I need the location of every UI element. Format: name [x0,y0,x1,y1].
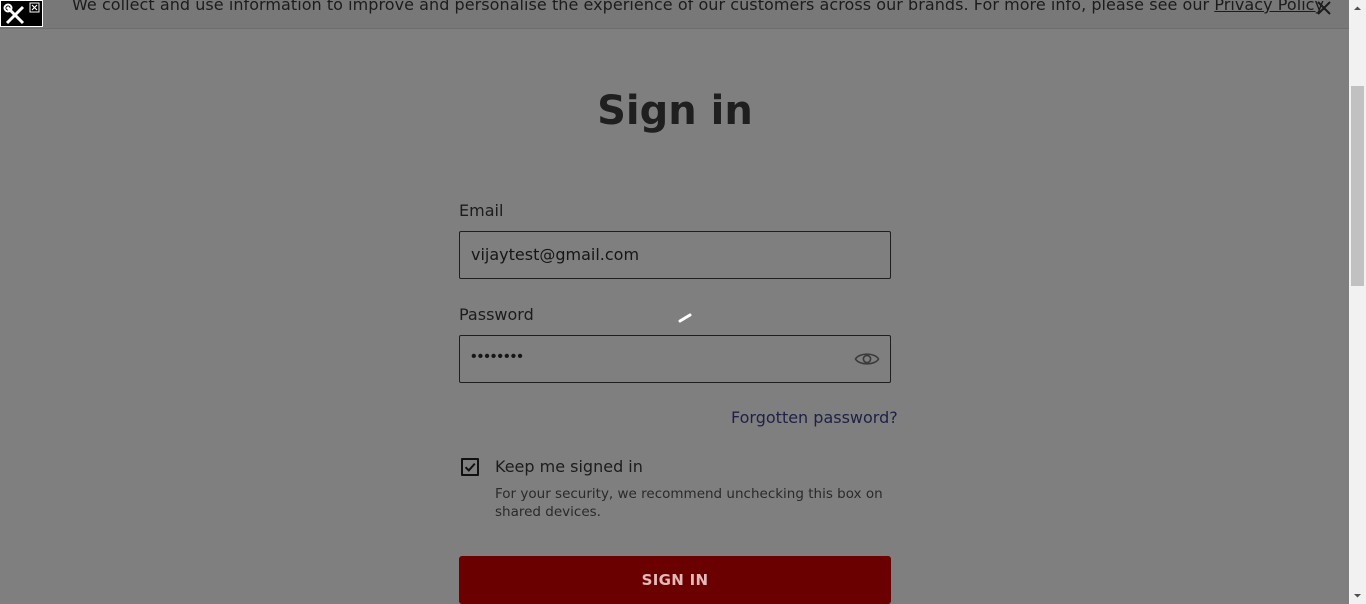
cookie-banner-message: We collect and use information to improv… [72,0,1215,14]
checkmark-icon [464,462,476,472]
password-value: •••••••• [471,348,524,365]
close-icon[interactable] [1313,0,1335,19]
email-label: Email [459,201,504,220]
page-title: Sign in [597,88,753,134]
scrollbar[interactable] [1349,0,1366,604]
forgot-password-link[interactable]: Forgotten password? [731,408,898,427]
sign-in-button[interactable]: SIGN IN [459,556,891,604]
cookie-banner: We collect and use information to improv… [0,0,1349,29]
security-hint: For your security, we recommend unchecki… [495,486,883,520]
scroll-down-arrow-icon[interactable] [1349,587,1366,604]
email-value: vijaytest@gmail.com [471,245,640,264]
email-field[interactable]: vijaytest@gmail.com [459,231,891,279]
keep-signed-in-label[interactable]: Keep me signed in [495,457,643,476]
loading-spinner-icon [678,313,692,323]
keep-signed-in-checkbox[interactable] [461,458,479,476]
eye-icon[interactable] [854,348,880,370]
scrollbar-thumb[interactable] [1351,86,1364,286]
password-field[interactable]: •••••••• [459,335,891,383]
scroll-up-arrow-icon[interactable] [1349,0,1366,17]
cookie-banner-text: We collect and use information to improv… [72,0,1327,14]
privacy-policy-link[interactable]: Privacy Policy [1214,0,1321,14]
tools-icon[interactable] [0,0,43,27]
sign-in-page: We collect and use information to improv… [0,0,1366,604]
password-label: Password [459,305,534,324]
